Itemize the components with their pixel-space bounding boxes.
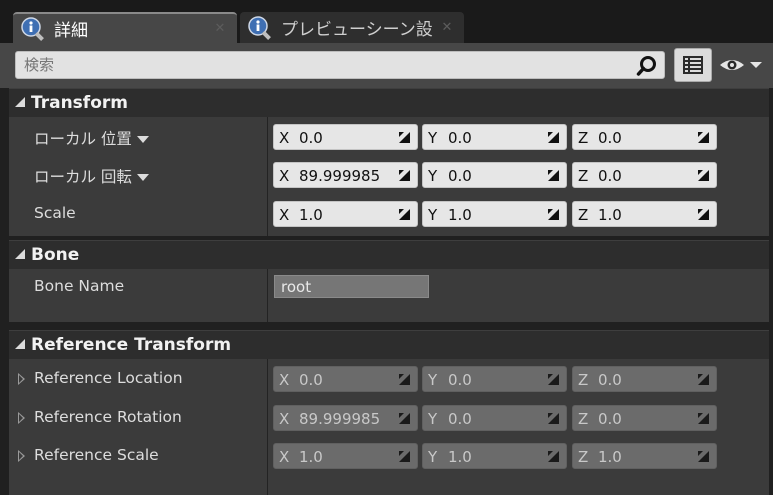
property-row-reference-location: Reference Location X 0.0 Y 0.0 Z 0.0 xyxy=(9,361,769,397)
spin-drag-icon xyxy=(399,374,410,385)
view-options-button[interactable] xyxy=(674,48,712,82)
spin-drag-icon xyxy=(698,413,709,424)
property-row-reference-rotation: Reference Rotation X 89.999985 Y 0.0 Z 0… xyxy=(9,400,769,436)
vector-y-field: Y 0.0 xyxy=(422,405,567,431)
section-header[interactable]: Transform xyxy=(9,88,769,117)
vector-z-field: Z 0.0 xyxy=(572,366,717,392)
section-header[interactable]: Reference Transform xyxy=(9,330,769,359)
section-title: Reference Transform xyxy=(31,335,232,355)
details-info-icon xyxy=(21,16,44,41)
vector-y-field: Y 0.0 xyxy=(422,366,567,392)
section-reference-transform: Reference Transform Reference Location X… xyxy=(9,330,769,495)
search-input[interactable] xyxy=(24,54,624,76)
vector-z-field[interactable]: Z 1.0 xyxy=(572,201,717,227)
tab-preview-scene-settings[interactable]: プレビューシーン設 ✕ xyxy=(240,12,464,43)
spin-drag-icon xyxy=(399,451,410,462)
spin-drag-icon xyxy=(548,413,559,424)
spin-drag-icon xyxy=(698,451,709,462)
section-bone: Bone Bone Name root xyxy=(9,240,769,325)
spin-drag-icon[interactable] xyxy=(399,132,410,143)
tab-details[interactable]: 詳細 ✕ xyxy=(13,12,237,43)
property-row-bone-name: Bone Name root xyxy=(9,269,769,305)
list-grid-icon xyxy=(683,56,703,74)
vector-x-field: X 0.0 xyxy=(273,366,418,392)
expand-arrow-icon[interactable] xyxy=(18,373,25,385)
spin-drag-icon[interactable] xyxy=(698,209,709,220)
vector-y-field: Y 1.0 xyxy=(422,443,567,469)
vector-y-field[interactable]: Y 0.0 xyxy=(422,124,567,150)
spin-drag-icon xyxy=(548,374,559,385)
section-body: Bone Name root xyxy=(9,269,769,322)
property-label: Bone Name xyxy=(34,277,125,295)
section-body: Reference Location X 0.0 Y 0.0 Z 0.0 Ref… xyxy=(9,359,769,495)
search-box xyxy=(15,51,665,79)
expand-arrow-icon[interactable] xyxy=(18,450,25,462)
vector-x-field[interactable]: X 89.999985 xyxy=(273,162,418,188)
toolbar xyxy=(0,43,773,88)
spin-drag-icon[interactable] xyxy=(399,209,410,220)
eye-visibility-icon[interactable] xyxy=(718,53,766,77)
property-label: Reference Rotation xyxy=(34,408,182,426)
spin-drag-icon xyxy=(698,374,709,385)
vector-x-field[interactable]: X 1.0 xyxy=(273,201,418,227)
expand-arrow-icon[interactable] xyxy=(18,412,25,424)
spin-drag-icon[interactable] xyxy=(698,132,709,143)
property-row-reference-scale: Reference Scale X 1.0 Y 1.0 Z 1.0 xyxy=(9,438,769,474)
property-label: Reference Scale xyxy=(34,446,159,464)
collapse-arrow-icon xyxy=(15,97,25,107)
property-label: Reference Location xyxy=(34,369,183,387)
tab-label: 詳細 xyxy=(54,21,88,41)
close-icon[interactable]: ✕ xyxy=(213,21,227,36)
collapse-arrow-icon xyxy=(15,339,25,349)
section-title: Transform xyxy=(31,93,128,113)
section-title: Bone xyxy=(31,245,80,265)
tab-bar: 詳細 ✕ プレビューシーン設 ✕ xyxy=(0,0,773,43)
spin-drag-icon[interactable] xyxy=(698,170,709,181)
close-icon[interactable]: ✕ xyxy=(440,20,454,35)
property-label[interactable]: ローカル 回転 xyxy=(34,165,149,187)
property-label[interactable]: ローカル 位置 xyxy=(34,127,149,149)
bone-name-field[interactable]: root xyxy=(274,275,429,298)
spin-drag-icon[interactable] xyxy=(548,209,559,220)
vector-x-field[interactable]: X 0.0 xyxy=(273,124,418,150)
vector-x-field: X 89.999985 xyxy=(273,405,418,431)
spin-drag-icon[interactable] xyxy=(399,170,410,181)
spin-drag-icon xyxy=(399,413,410,424)
details-info-icon xyxy=(248,15,271,40)
vector-y-field[interactable]: Y 1.0 xyxy=(422,201,567,227)
details-panel: Transform ローカル 位置 X 0.0 Y 0.0 Z 0.0 ローカル… xyxy=(0,88,773,495)
vector-y-field[interactable]: Y 0.0 xyxy=(422,162,567,188)
property-row-scale: Scale X 1.0 Y 1.0 Z 1.0 xyxy=(9,196,769,232)
spin-drag-icon[interactable] xyxy=(548,170,559,181)
dropdown-arrow-icon[interactable] xyxy=(136,135,149,143)
vector-z-field: Z 0.0 xyxy=(572,405,717,431)
tab-label: プレビューシーン設 xyxy=(281,20,433,40)
vector-z-field: Z 1.0 xyxy=(572,443,717,469)
search-icon[interactable] xyxy=(636,55,658,77)
property-row-rotation: ローカル 回転 X 89.999985 Y 0.0 Z 0.0 xyxy=(9,157,769,193)
vector-x-field: X 1.0 xyxy=(273,443,418,469)
property-row-location: ローカル 位置 X 0.0 Y 0.0 Z 0.0 xyxy=(9,119,769,155)
vector-z-field[interactable]: Z 0.0 xyxy=(572,124,717,150)
dropdown-arrow-icon[interactable] xyxy=(136,173,149,181)
vector-z-field[interactable]: Z 0.0 xyxy=(572,162,717,188)
spin-drag-icon xyxy=(548,451,559,462)
spin-drag-icon[interactable] xyxy=(548,132,559,143)
section-body: ローカル 位置 X 0.0 Y 0.0 Z 0.0 ローカル 回転 X 89.9… xyxy=(9,117,769,236)
property-label: Scale xyxy=(34,204,76,222)
section-transform: Transform ローカル 位置 X 0.0 Y 0.0 Z 0.0 ローカル… xyxy=(9,88,769,238)
collapse-arrow-icon xyxy=(15,249,25,259)
section-header[interactable]: Bone xyxy=(9,240,769,269)
